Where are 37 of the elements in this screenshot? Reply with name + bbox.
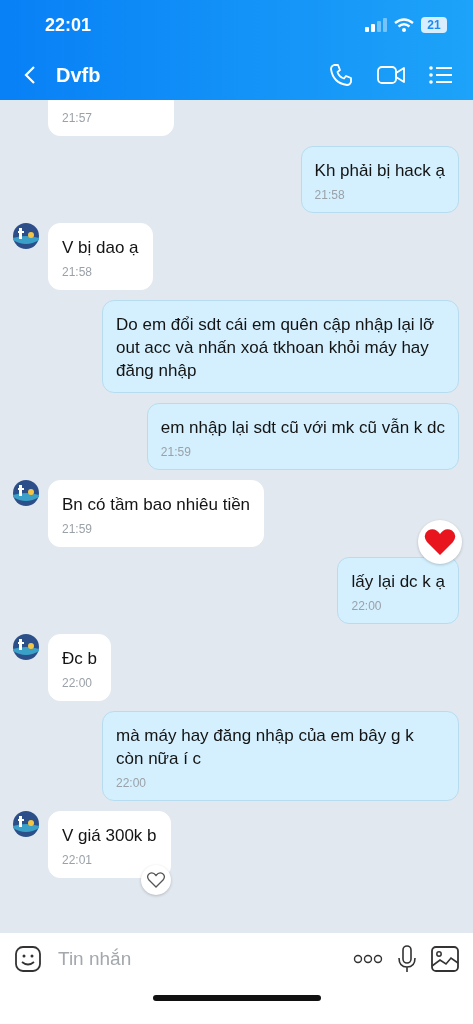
heart-outline-icon [146,872,165,888]
wifi-icon [394,18,414,32]
status-time: 22:01 [45,14,92,36]
message-text: V bị dao ạ [62,237,139,259]
message-text: Do em đổi sdt cái em quên cập nhập lại lỡ out acc và nhấn xoá tkhoan khỏi máy hay đăng nhập [116,314,436,382]
message-text: V giá 300k b [62,825,157,847]
message-time: 22:00 [351,599,383,613]
heart-reaction[interactable] [418,520,462,564]
message-time: 22:00 [62,676,94,690]
message-time: 21:59 [62,522,94,536]
message-time: 22:01 [62,853,94,867]
phone-icon[interactable] [329,63,353,87]
back-icon[interactable] [24,65,36,85]
message-text: mà máy hay đăng nhập của em bây g k còn nữa í c [116,725,415,770]
message-time: 22:00 [116,776,148,790]
message-time: 21:58 [314,188,346,202]
heart-icon [424,528,456,556]
message-time: 21:59 [160,445,192,459]
message-text: em nhập lại sdt cũ với mk cũ vẫn k dc [160,417,445,439]
battery-level: 21 [421,17,447,33]
message-time: 21:57 [62,111,94,125]
microphone-icon[interactable] [397,945,417,973]
video-call-icon[interactable] [377,64,405,86]
message-text: lấy lại dc k ạ [351,571,445,593]
message-bar[interactable]: Tin nhắn [0,933,473,985]
more-icon[interactable] [353,954,383,964]
message-text: Đc b [62,648,97,670]
message-text: Kh phải bị hack ạ [314,160,445,182]
message-text: Bn có tầm bao nhiêu tiền [62,494,251,516]
sticker-icon[interactable] [14,945,42,973]
message-time: 21:58 [62,265,94,279]
heart-reaction-button[interactable] [140,865,171,895]
chat-title: Dvfb [56,63,102,87]
menu-icon[interactable] [429,65,453,85]
image-icon[interactable] [431,946,459,972]
message-field[interactable]: Tin nhắn [56,947,339,971]
signal-icon [365,18,387,32]
